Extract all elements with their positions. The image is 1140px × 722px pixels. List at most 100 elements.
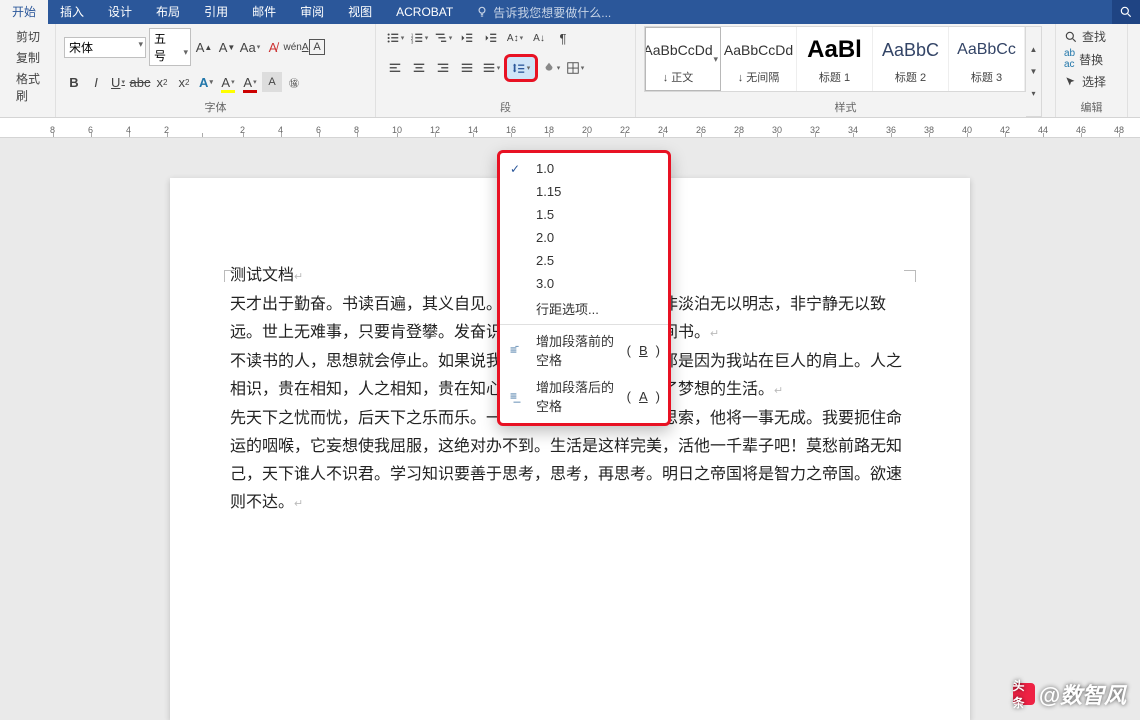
add-space-before[interactable]: ≡̄增加段落前的空格(B): [500, 327, 668, 373]
multilevel-button[interactable]: [432, 28, 454, 48]
ruler-tick: 2: [240, 125, 245, 135]
tell-me[interactable]: 告诉我您想要做什么...: [475, 4, 611, 21]
indent-button[interactable]: [480, 28, 502, 48]
spacing-2.0[interactable]: 2.0: [500, 226, 668, 249]
styles-group-label: 样式: [636, 99, 1055, 115]
char-shading-button[interactable]: A: [262, 72, 282, 92]
format-painter-button[interactable]: 格式刷: [8, 70, 47, 104]
ruler-tick: 36: [886, 125, 896, 135]
borders-icon: [566, 61, 580, 75]
style-item-h2[interactable]: AaBbC标题 2: [873, 27, 949, 91]
font-color-button[interactable]: A: [240, 72, 260, 92]
italic-button[interactable]: I: [86, 72, 106, 92]
tab-home[interactable]: 开始: [0, 0, 48, 24]
tab-insert[interactable]: 插入: [48, 0, 96, 24]
tab-acrobat[interactable]: ACROBAT: [384, 0, 465, 24]
superscript-button[interactable]: x2: [174, 72, 194, 92]
ruler-tick: 40: [962, 125, 972, 135]
distribute-icon: [482, 61, 496, 75]
ruler-tick: 6: [316, 125, 321, 135]
numbering-button[interactable]: 123: [408, 28, 430, 48]
dedent-button[interactable]: [456, 28, 478, 48]
document-area: 测试文档↵ 天才出于勤奋。书读百遍，其义自见。静以修身，俭以养德，非淡泊无以明志…: [0, 138, 1140, 720]
text-effects-button[interactable]: A: [196, 72, 216, 92]
tab-view[interactable]: 视图: [336, 0, 384, 24]
style-item-h3[interactable]: AaBbCc标题 3: [949, 27, 1025, 91]
tab-layout[interactable]: 布局: [144, 0, 192, 24]
ruler-tick: 8: [354, 125, 359, 135]
change-case-button[interactable]: Aa: [240, 37, 260, 57]
font-family-select[interactable]: 宋体: [64, 37, 146, 58]
replace-button[interactable]: abac替换: [1064, 48, 1119, 70]
ruler-tick: 22: [620, 125, 630, 135]
align-distribute-button[interactable]: [480, 58, 502, 78]
search-corner[interactable]: [1112, 0, 1140, 24]
sort-button[interactable]: A↓: [528, 28, 550, 48]
show-marks-button[interactable]: ¶: [552, 28, 574, 48]
align-right-button[interactable]: [432, 58, 454, 78]
underline-button[interactable]: U: [108, 72, 128, 92]
paragraph-group-label: 段: [376, 99, 635, 115]
bullets-button[interactable]: [384, 28, 406, 48]
spacing-3.0[interactable]: 3.0: [500, 272, 668, 295]
clear-format-button[interactable]: A̸: [263, 37, 283, 57]
style-gallery[interactable]: AaBbCcDd↓ 正文 AaBbCcDd↓ 无间隔 AaBl标题 1 AaBb…: [644, 26, 1026, 92]
cut-button[interactable]: 剪切: [8, 28, 47, 45]
line-spacing-button[interactable]: [504, 54, 538, 82]
watermark-badge: 头条: [1013, 683, 1035, 705]
align-left-button[interactable]: [384, 58, 406, 78]
style-item-h1[interactable]: AaBl标题 1: [797, 27, 873, 91]
select-button[interactable]: 选择: [1064, 73, 1119, 90]
ruler-tick: 8: [50, 125, 55, 135]
doc-title: 测试文档: [230, 267, 294, 284]
copy-button[interactable]: 复制: [8, 49, 47, 66]
spacing-1.0[interactable]: ✓1.0: [500, 157, 668, 180]
font-size-select[interactable]: 五号: [149, 28, 191, 66]
subscript-button[interactable]: x2: [152, 72, 172, 92]
lightbulb-icon: [475, 5, 489, 19]
editing-group-label: 编辑: [1056, 99, 1127, 115]
margin-corner-tl: [224, 270, 236, 282]
editing-group: 查找 abac替换 选择 编辑: [1056, 24, 1128, 117]
ruler-tick: 18: [544, 125, 554, 135]
spacing-options[interactable]: 行距选项...: [500, 295, 668, 322]
ruler-tick: 38: [924, 125, 934, 135]
phonetic-guide-button[interactable]: wénA: [286, 37, 306, 57]
spacing-1.15[interactable]: 1.15: [500, 180, 668, 203]
shrink-font-button[interactable]: A▼: [217, 37, 237, 57]
highlight-button[interactable]: A: [218, 72, 238, 92]
bold-button[interactable]: B: [64, 72, 84, 92]
align-center-button[interactable]: [408, 58, 430, 78]
styles-group: AaBbCcDd↓ 正文 AaBbCcDd↓ 无间隔 AaBl标题 1 AaBb…: [636, 24, 1056, 117]
ruler-tick: 46: [1076, 125, 1086, 135]
line-spacing-dropdown: ✓1.0 1.15 1.5 2.0 2.5 3.0 行距选项... ≡̄增加段落…: [497, 150, 671, 426]
grow-font-button[interactable]: A▲: [194, 37, 214, 57]
char-border-button[interactable]: A: [309, 39, 325, 55]
dedent-icon: [460, 31, 474, 45]
spacing-1.5[interactable]: 1.5: [500, 203, 668, 226]
style-item-nospacing[interactable]: AaBbCcDd↓ 无间隔: [721, 27, 797, 91]
style-item-normal[interactable]: AaBbCcDd↓ 正文: [645, 27, 721, 91]
ribbon: 剪切 复制 格式刷 宋体 五号 A▲ A▼ Aa A̸ wénA A B I U…: [0, 24, 1140, 118]
enclose-char-button[interactable]: ㊯: [284, 72, 304, 92]
horizontal-ruler[interactable]: 8642246810121416182022242628303234363840…: [0, 118, 1140, 138]
ruler-tick: 16: [506, 125, 516, 135]
add-space-after[interactable]: ≡̲增加段落后的空格(A): [500, 373, 668, 419]
find-button[interactable]: 查找: [1064, 28, 1119, 45]
tab-references[interactable]: 引用: [192, 0, 240, 24]
ribbon-tabs: 开始 插入 设计 布局 引用 邮件 审阅 视图 ACROBAT 告诉我您想要做什…: [0, 0, 1140, 24]
ruler-tick: 10: [392, 125, 402, 135]
ruler-tick: 4: [278, 125, 283, 135]
borders-button[interactable]: [564, 58, 586, 78]
dropdown-separator: [500, 324, 668, 325]
align-justify-button[interactable]: [456, 58, 478, 78]
text-direction-button[interactable]: A↕: [504, 28, 526, 48]
tab-review[interactable]: 审阅: [288, 0, 336, 24]
strike-button[interactable]: abc: [130, 72, 150, 92]
tab-design[interactable]: 设计: [96, 0, 144, 24]
shading-button[interactable]: [540, 58, 562, 78]
spacing-2.5[interactable]: 2.5: [500, 249, 668, 272]
font-group: 宋体 五号 A▲ A▼ Aa A̸ wénA A B I U abc x2 x2…: [56, 24, 376, 117]
align-center-icon: [412, 61, 426, 75]
tab-mail[interactable]: 邮件: [240, 0, 288, 24]
